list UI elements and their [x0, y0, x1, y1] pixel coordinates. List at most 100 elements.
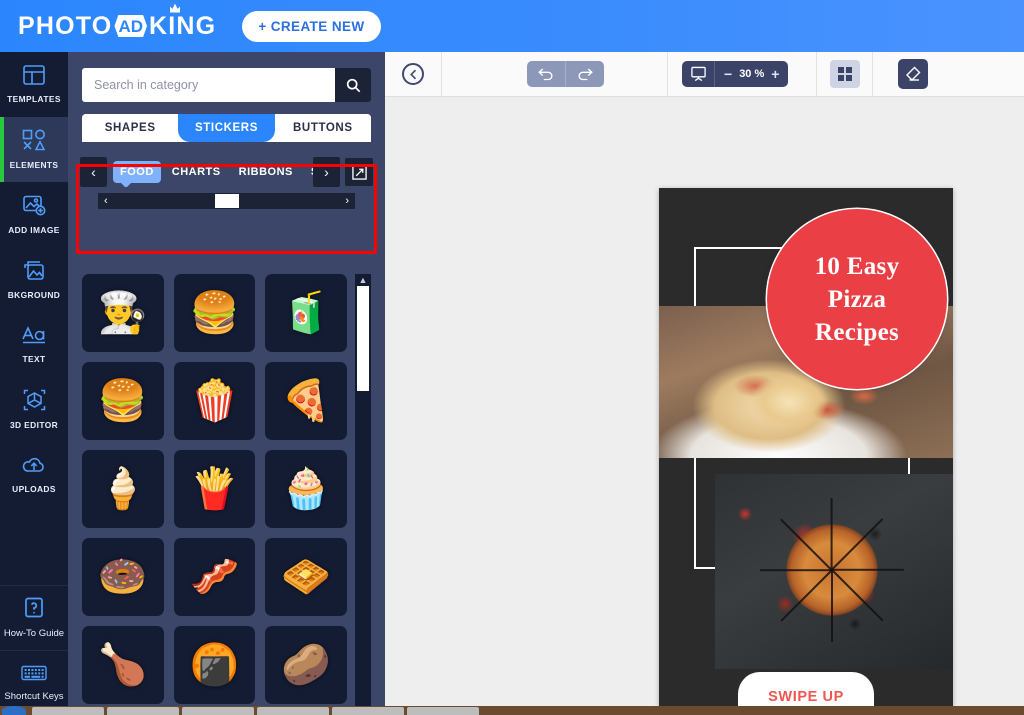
sticker-french-fries[interactable]: 🍟 — [173, 450, 256, 528]
taskbar-window[interactable] — [257, 707, 329, 715]
sidebar-label-how-to-guide: How-To Guide — [3, 628, 65, 639]
badge-line-2: Pizza — [827, 285, 887, 313]
os-taskbar — [0, 706, 1024, 715]
search-button[interactable] — [335, 68, 371, 102]
category-list: FOOD CHARTS RIBBONS SPO — [107, 157, 313, 187]
tab-stickers[interactable]: STICKERS — [178, 114, 275, 142]
badge-line-3: Recipes — [814, 318, 899, 346]
taskbar-start-button[interactable] — [2, 706, 26, 715]
canvas-area: − 30 % + 10 Easy Pizza Recipes SWIPE UP — [385, 51, 1024, 715]
zoom-level-value: 30 % — [739, 68, 765, 80]
category-chip-spo[interactable]: SPO — [304, 161, 313, 183]
sticker-churro-roll[interactable]: 🥓 — [173, 538, 256, 616]
design-canvas[interactable]: 10 Easy Pizza Recipes SWIPE UP — [659, 188, 953, 708]
sidebar-item-templates[interactable]: TEMPLATES — [0, 52, 68, 117]
sticker-glyph: 🍕 — [281, 379, 332, 423]
elements-icon — [22, 129, 46, 156]
swipe-up-button[interactable]: SWIPE UP — [738, 672, 874, 708]
sticker-scrollbar[interactable]: ▲ ▼ — [355, 274, 371, 715]
app-logo[interactable]: PHOTO AD KING — [18, 3, 216, 41]
category-next-button[interactable]: › — [313, 157, 340, 187]
left-tool-rail: TEMPLATES ELEMENTS ADD IMAGE BKGROUND TE… — [0, 52, 68, 715]
sidebar-item-text[interactable]: TEXT — [0, 312, 68, 377]
sticker-cupcake[interactable]: 🧁 — [265, 450, 347, 528]
sidebar-label-shortcut-keys: Shortcut Keys — [4, 691, 64, 702]
eraser-button[interactable] — [898, 59, 929, 89]
taskbar-window[interactable] — [107, 707, 179, 715]
toolbar-gap-2 — [604, 52, 667, 97]
sticker-glyph: 🍟 — [189, 467, 240, 511]
pizza-slice-lines — [715, 474, 953, 669]
tab-shapes[interactable]: SHAPES — [82, 114, 179, 142]
back-button-cell — [385, 52, 441, 97]
sidebar-label-bkground: BKGROUND — [7, 289, 61, 300]
tab-buttons[interactable]: BUTTONS — [274, 114, 371, 142]
sticker-pizza-slice[interactable]: 🍕 — [265, 362, 347, 440]
sticker-ice-cream-cone[interactable]: 🍦 — [82, 450, 164, 528]
crown-icon — [170, 3, 181, 13]
sticker-pizza-chef[interactable]: 👨‍🍳 — [82, 274, 164, 352]
expand-button[interactable] — [345, 158, 373, 186]
sticker-glyph: 🍦 — [97, 467, 148, 511]
sidebar-item-uploads[interactable]: UPLOADS — [0, 442, 68, 507]
taskbar-window[interactable] — [32, 707, 104, 715]
sidebar-item-3d-editor[interactable]: 3D EDITOR — [0, 377, 68, 442]
sticker-waffle-sandwich[interactable]: 🧇 — [265, 538, 347, 616]
sidebar-item-how-to-guide[interactable]: How-To Guide — [0, 585, 68, 650]
scrollbar-track[interactable] — [355, 286, 371, 703]
taskbar-window[interactable] — [407, 707, 479, 715]
redo-button[interactable] — [566, 61, 604, 87]
subcategory-next-button[interactable]: › — [339, 195, 355, 207]
sidebar-item-bkground[interactable]: BKGROUND — [0, 247, 68, 312]
presentation-button[interactable] — [682, 61, 714, 87]
category-chip-charts[interactable]: CHARTS — [165, 161, 228, 183]
grid-layout-icon — [837, 67, 852, 81]
toolbar-gap-3 — [668, 52, 682, 97]
create-new-button[interactable]: + CREATE NEW — [242, 10, 381, 42]
taskbar-window[interactable] — [332, 707, 404, 715]
sticker-donut[interactable]: 🍩 — [82, 538, 164, 616]
subcategory-prev-button[interactable]: ‹ — [98, 195, 114, 207]
sidebar-label-templates: TEMPLATES — [7, 94, 61, 104]
rail-spacer — [0, 507, 68, 585]
grid-layout-button[interactable] — [829, 60, 860, 88]
cloud-upload-icon — [22, 456, 46, 480]
sticker-popcorn[interactable]: 🍿 — [173, 362, 256, 440]
scrollbar-thumb[interactable] — [357, 286, 369, 391]
category-chip-food[interactable]: FOOD — [113, 161, 161, 187]
sticker-potato-chip[interactable]: 🥔 — [265, 626, 347, 704]
zoom-in-button[interactable]: + — [771, 66, 779, 82]
toolbar-gap-4 — [788, 52, 816, 97]
text-icon — [21, 325, 47, 350]
search-input[interactable] — [82, 68, 335, 102]
redo-icon — [578, 68, 593, 81]
sticker-double-burger[interactable]: 🍔 — [82, 362, 164, 440]
expand-icon — [351, 164, 367, 180]
sticker-glyph: 🍔 — [97, 379, 148, 423]
subcategory-thumb[interactable] — [214, 194, 239, 208]
title-badge[interactable]: 10 Easy Pizza Recipes — [771, 213, 943, 385]
sidebar-item-add-image[interactable]: ADD IMAGE — [0, 182, 68, 247]
scroll-up-icon[interactable]: ▲ — [359, 274, 368, 286]
sticker-burger-photo[interactable]: 🍔 — [173, 274, 256, 352]
sticker-chicken-leg[interactable]: 🍗 — [82, 626, 164, 704]
sticker-grid: 👨‍🍳 🍔 🧃 🍔 🍿 🍕 🍦 🍟 🧁 🍩 🥓 🧇 🍗 🍘 🥔 🧇 🍪 📨 — [82, 274, 355, 715]
design-stage[interactable]: 10 Easy Pizza Recipes SWIPE UP — [385, 97, 1024, 715]
sticker-grid-wrap: 👨‍🍳 🍔 🧃 🍔 🍿 🍕 🍦 🍟 🧁 🍩 🥓 🧇 🍗 🍘 🥔 🧇 🍪 📨 — [82, 274, 371, 715]
sticker-glyph: 🥓 — [189, 555, 240, 599]
chevron-left-circle-icon[interactable] — [402, 63, 424, 85]
sticker-chips-bag[interactable]: 🧃 — [265, 274, 347, 352]
category-chip-ribbons[interactable]: RIBBONS — [232, 161, 300, 183]
sticker-glyph: 🍩 — [97, 555, 148, 599]
sidebar-item-elements[interactable]: ELEMENTS — [0, 117, 68, 182]
sticker-glyph: 🍗 — [97, 643, 148, 687]
whole-pizza-photo[interactable] — [715, 474, 953, 669]
zoom-out-button[interactable]: − — [724, 66, 732, 82]
sticker-glyph: 🧁 — [281, 467, 332, 511]
taskbar-window[interactable] — [182, 707, 254, 715]
undo-button[interactable] — [527, 61, 565, 87]
sticker-cracker-biscuits[interactable]: 🍘 — [173, 626, 256, 704]
top-brand-bar: PHOTO AD KING + CREATE NEW — [0, 0, 1024, 52]
sticker-glyph: 🍘 — [189, 643, 240, 687]
category-prev-button[interactable]: ‹ — [80, 157, 107, 187]
